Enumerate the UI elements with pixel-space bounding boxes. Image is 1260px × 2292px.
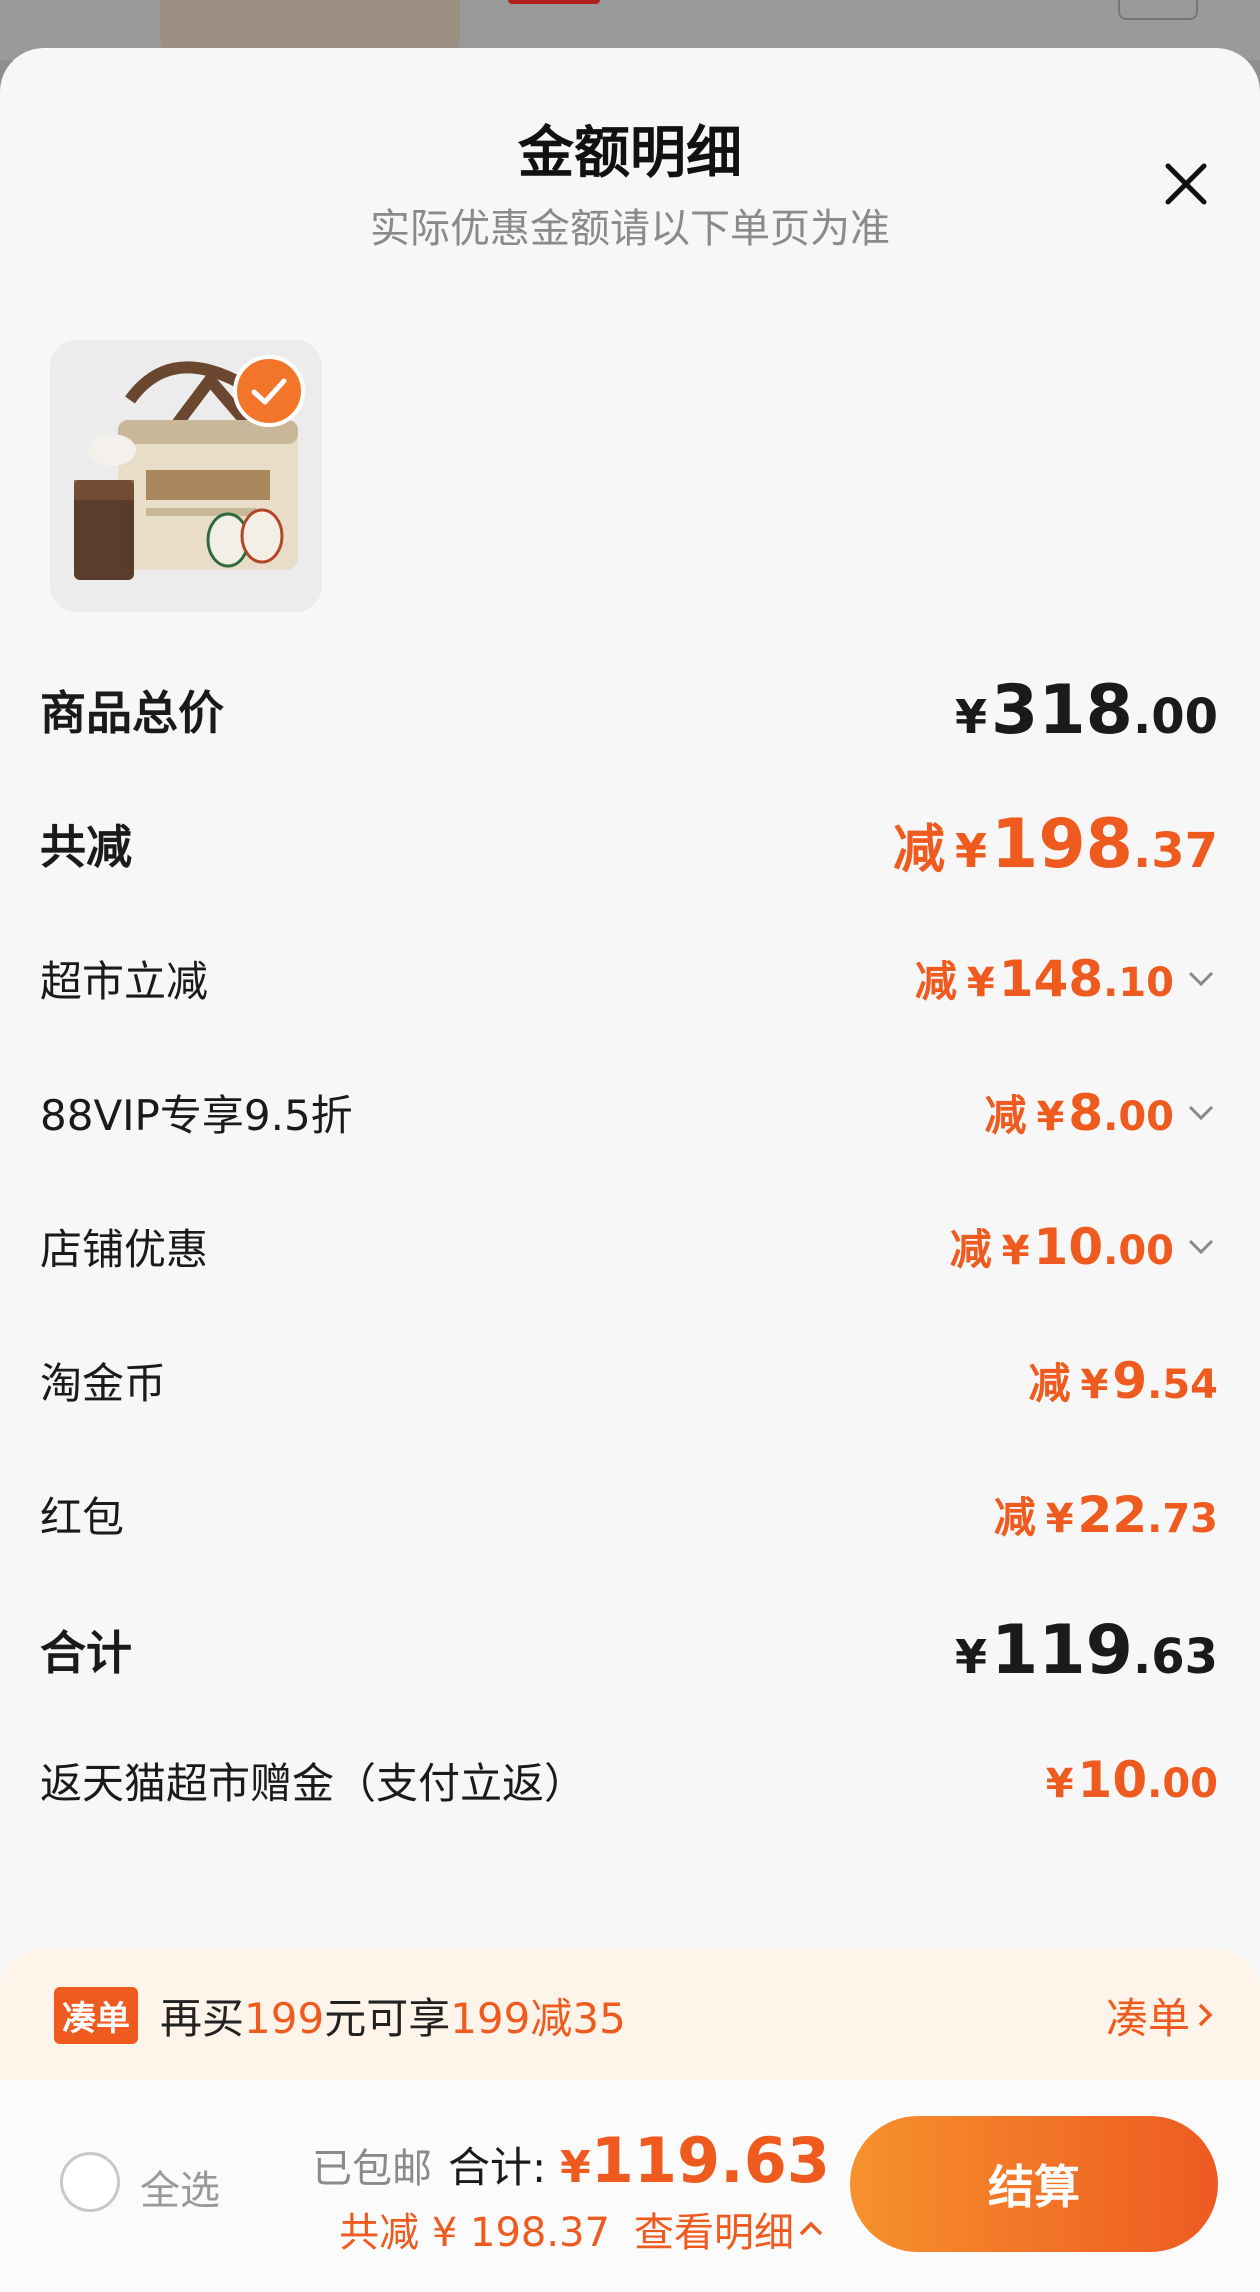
promo-tag: 凑单 <box>54 1986 138 2044</box>
row-grand-total: 合计 ¥ 119 .63 <box>40 1610 1218 1690</box>
row-label: 店铺优惠 <box>40 1224 209 1274</box>
amount-dec: .73 <box>1147 1495 1218 1542</box>
currency-symbol: ¥ <box>955 1629 988 1684</box>
footer-total-line: 已包邮 合计: ¥119.63 <box>312 2124 830 2197</box>
footer-discount-line: 共减 ¥ 198.37 查看明细 <box>339 2200 828 2258</box>
currency-symbol: ¥ <box>1045 1495 1074 1542</box>
amount-dec: .00 <box>1103 1227 1174 1274</box>
row-red-packet: 红包 减 ¥ 22 .73 <box>40 1474 1218 1554</box>
row-label: 共减 <box>40 820 132 874</box>
currency-symbol: ¥ <box>1080 1361 1109 1408</box>
row-label: 红包 <box>40 1492 125 1542</box>
amount-dec: .54 <box>1147 1361 1218 1408</box>
discount-summary: 共减 ¥ 198.37 <box>339 2210 610 2256</box>
checkmark-icon[interactable] <box>232 354 306 428</box>
amount-int: 8 <box>1068 1083 1104 1142</box>
shipping-label: 已包邮 <box>311 2146 432 2192</box>
discount-prefix: 减 <box>914 956 957 1006</box>
amount-int: 22 <box>1077 1485 1148 1544</box>
row-amount: 减 ¥ 10 .00 <box>950 1216 1218 1277</box>
promo-text-part: 元可享 <box>324 1993 451 2043</box>
row-vip-discount[interactable]: 88VIP专享9.5折 减 ¥ 8 .00 <box>40 1072 1218 1152</box>
bundle-link-label: 凑单 <box>1105 1993 1190 2043</box>
row-amount: 减 ¥ 198 .37 <box>893 805 1218 884</box>
row-label: 商品总价 <box>40 686 224 740</box>
discount-prefix: 减 <box>892 819 945 880</box>
currency-symbol: ¥ <box>966 959 995 1006</box>
row-label: 超市立减 <box>40 956 209 1006</box>
close-icon[interactable] <box>1160 158 1212 210</box>
amount-dec: .10 <box>1103 959 1174 1006</box>
select-all-label[interactable]: 全选 <box>140 2158 220 2216</box>
checkout-footer: 全选 已包邮 合计: ¥119.63 共减 ¥ 198.37 查看明细 结算 <box>0 2080 1260 2292</box>
currency-symbol: ¥ <box>1045 1761 1074 1807</box>
row-goods-total: 商品总价 ¥ 318 .00 <box>40 670 1218 750</box>
sheet-title: 金额明细 <box>518 121 742 186</box>
row-amount: ¥ 10 .00 <box>1046 1751 1218 1809</box>
amount-int: 148 <box>998 949 1104 1008</box>
total-value: 119.63 <box>590 2124 830 2197</box>
chevron-down-icon[interactable] <box>1184 1229 1218 1263</box>
total-label: 合计: <box>447 2143 547 2192</box>
amount-dec: .00 <box>1132 688 1218 745</box>
bundle-link[interactable]: 凑单 <box>1106 1985 1220 2046</box>
select-all-radio[interactable] <box>60 2152 120 2212</box>
row-total-discount: 共减 减 ¥ 198 .37 <box>40 804 1218 884</box>
row-label: 淘金币 <box>40 1358 167 1408</box>
background-badge <box>508 0 600 4</box>
chevron-down-icon[interactable] <box>1184 1095 1218 1129</box>
row-amount: ¥ 119 .63 <box>955 1611 1218 1690</box>
view-detail-link[interactable]: 查看明细 <box>634 2200 794 2258</box>
bundle-promo-bar[interactable]: 凑单 再买199元可享199减35 凑单 <box>0 1950 1260 2080</box>
background-button <box>1118 0 1198 20</box>
total-price: ¥119.63 <box>560 2124 830 2197</box>
row-amount: 减 ¥ 148 .10 <box>915 948 1218 1009</box>
row-cashback: 返天猫超市赠金（支付立返） ¥ 10 .00 <box>40 1740 1218 1820</box>
discount-prefix: 减 <box>984 1090 1027 1140</box>
amount-int: 318 <box>991 670 1133 750</box>
promo-amount: 199 <box>244 1993 325 2043</box>
row-label: 合计 <box>40 1626 132 1680</box>
checkout-button[interactable]: 结算 <box>850 2116 1218 2252</box>
discount-prefix: 减 <box>993 1492 1036 1542</box>
discount-prefix: 减 <box>1028 1358 1071 1408</box>
row-amount: 减 ¥ 8 .00 <box>984 1082 1218 1143</box>
row-label: 返天猫超市赠金（支付立返） <box>40 1758 587 1808</box>
row-supermarket-discount[interactable]: 超市立减 减 ¥ 148 .10 <box>40 938 1218 1018</box>
chevron-up-icon[interactable] <box>794 2214 828 2244</box>
currency-symbol: ¥ <box>1036 1093 1065 1140</box>
row-label: 88VIP专享9.5折 <box>40 1090 353 1140</box>
currency-symbol: ¥ <box>560 2142 591 2193</box>
promo-text-part: 再买 <box>160 1993 245 2043</box>
amount-int: 9 <box>1112 1351 1148 1410</box>
row-shop-discount[interactable]: 店铺优惠 减 ¥ 10 .00 <box>40 1206 1218 1286</box>
amount-int: 10 <box>1033 1217 1104 1276</box>
amount-int: 10 <box>1077 1751 1148 1809</box>
row-amount: 减 ¥ 22 .73 <box>994 1484 1218 1545</box>
row-taojinbi: 淘金币 减 ¥ 9 .54 <box>40 1340 1218 1420</box>
sheet-subtitle: 实际优惠金额请以下单页为准 <box>370 206 890 252</box>
promo-deal: 199减35 <box>450 1993 626 2043</box>
chevron-down-icon[interactable] <box>1184 961 1218 995</box>
amount-dec: .00 <box>1147 1761 1218 1807</box>
amount-dec: .37 <box>1132 822 1218 879</box>
row-amount: 减 ¥ 9 .54 <box>1028 1350 1218 1411</box>
currency-symbol: ¥ <box>955 823 988 878</box>
amount-int: 119 <box>991 1610 1133 1690</box>
promo-text: 再买199元可享199减35 <box>160 1985 1106 2046</box>
amount-dec: .00 <box>1103 1093 1174 1140</box>
chevron-right-icon <box>1198 2003 1213 2027</box>
discount-prefix: 减 <box>949 1224 992 1274</box>
currency-symbol: ¥ <box>1001 1227 1030 1274</box>
amount-dec: .63 <box>1132 1628 1218 1685</box>
row-amount: ¥ 318 .00 <box>955 671 1218 750</box>
amount-int: 198 <box>991 804 1133 884</box>
currency-symbol: ¥ <box>955 689 988 744</box>
